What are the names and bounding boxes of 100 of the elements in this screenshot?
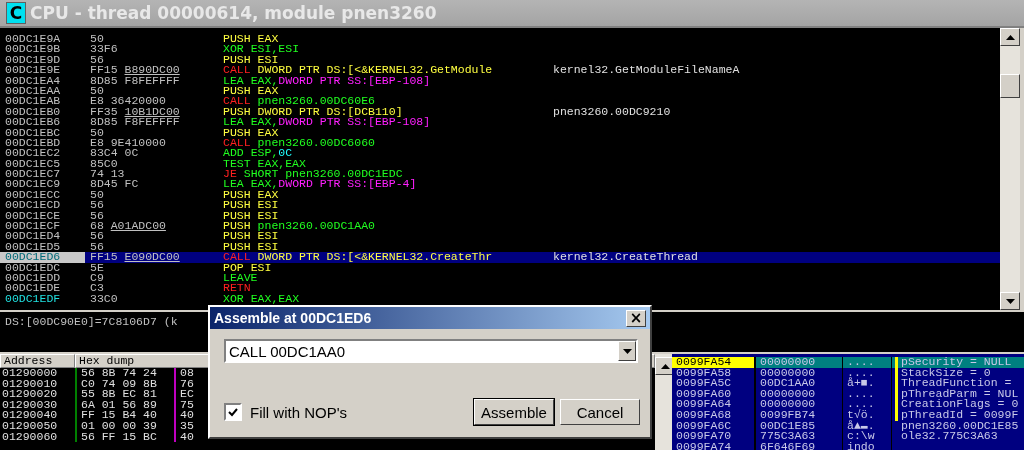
ascii-cell: .... <box>843 399 892 410</box>
checkbox-label[interactable]: Fill with NOP's <box>250 403 348 421</box>
hex-cell-text: 40 <box>179 410 194 421</box>
scroll-up-button[interactable] <box>1000 28 1020 46</box>
disassembly-row[interactable]: 00DC1ED4 56 PUSH ESI <box>0 231 1000 242</box>
disassembly-row[interactable]: 00DC1ED6 FF15 E090DC00 CALL DWORD PTR DS:[<&KERNEL32.CreateThr kernel32.CreateThread <box>0 252 1000 263</box>
instruction-text: ESI <box>250 262 272 273</box>
close-button[interactable]: × <box>626 309 646 327</box>
hex-cell-text: 83C4 0C <box>89 148 140 159</box>
scroll-thumb[interactable] <box>1000 74 1020 98</box>
address-cell: 01290040 <box>0 410 77 421</box>
disassembly-row[interactable]: 00DC1E9A 50 PUSH EAX <box>0 34 1000 45</box>
ascii-cell: .... <box>843 388 892 400</box>
hex-cell-text: FF35 10B1DC00 <box>89 106 181 118</box>
instruction-text: ESI <box>257 241 279 253</box>
instruction-text: ESI <box>257 210 279 222</box>
disassembly-row[interactable]: 00DC1EC9 8D45 FC LEA EAX,DWORD PTR SS:[EBP-4] <box>0 179 1000 190</box>
instruction-text: POP <box>223 262 244 273</box>
address-cell-text: 00DC1EDE <box>4 283 62 294</box>
hex-cell-text: 50 <box>89 127 105 138</box>
disassembly-row[interactable]: 00DC1EBD E8 9E410000 CALL pnen3260.00DC6060 <box>0 137 1000 149</box>
disassembly-row[interactable]: 00DC1EC5 85C0 TEST EAX,EAX <box>0 158 1000 170</box>
disassembly-row[interactable]: 00DC1EDC 5E POP ESI <box>0 262 1000 273</box>
scroll-down-button[interactable] <box>1000 292 1020 310</box>
ascii-cell: .... <box>843 357 892 368</box>
address-cell: 0099FA60 <box>672 388 756 400</box>
hex-cell-text: E8 9E410000 <box>89 137 167 149</box>
disassembly-row[interactable]: 00DC1EBC 50 PUSH EAX <box>0 127 1000 138</box>
address-cell-text: 00DC1EC9 <box>4 179 62 190</box>
disassembly-row[interactable]: 00DC1E9D 56 PUSH ESI <box>0 54 1000 66</box>
hex-cell-text: E8 36420000 <box>89 96 167 107</box>
disassembly-row[interactable]: 00DC1EAB E8 36420000 CALL pnen3260.00DC60E6 <box>0 96 1000 107</box>
instruction-text: SHORT pnen3260.00DC1EDC <box>243 169 403 180</box>
instruction-text: PUSH <box>223 241 251 253</box>
instruction-text: EAX, <box>250 75 279 86</box>
scroll-up-button[interactable] <box>655 357 675 375</box>
instruction-text: CALL <box>223 65 251 76</box>
disassembly-row[interactable]: 00DC1EDD C9 LEAVE <box>0 273 1000 284</box>
ascii-cell: c:\w <box>843 431 892 442</box>
disassembly-row[interactable]: 00DC1E9E FF15 B890DC00 CALL DWORD PTR DS:[<&KERNEL32.GetModule kernel32.GetModuleFileNameA <box>0 65 1000 76</box>
disassembly-row[interactable]: 00DC1ECD 56 PUSH ESI <box>0 200 1000 211</box>
hex-cell-text: 56 <box>89 200 105 211</box>
value-cell: 775C3A63 <box>756 431 843 442</box>
stack-row[interactable]: 0099FA6C 00DC1E85 å▲▬. pnen3260.00DC1E85 <box>672 420 1024 432</box>
disassembly-row[interactable]: 00DC1ECF 68 A01ADC00 PUSH pnen3260.00DC1AA0 <box>0 221 1000 232</box>
disassembly-row[interactable]: 00DC1EAA 50 PUSH EAX <box>0 85 1000 97</box>
instruction-text: PUSH <box>223 106 251 118</box>
stack-row[interactable]: 0099FA68 0099FB74 t√ö. pThreadId = 0099F <box>672 409 1024 421</box>
stack-row[interactable]: 0099FA70 775C3A63 c:\w ole32.775C3A63 <box>672 431 1024 442</box>
instruction-text: PUSH <box>223 221 251 232</box>
instruction-text: ESI <box>257 54 279 66</box>
command-combo-box[interactable]: CALL 00DC1AA0 <box>224 339 638 363</box>
column-header[interactable]: Address <box>0 354 75 368</box>
hex-cell-text: 85C0 <box>89 158 119 170</box>
hex-cell-text: C3 <box>89 283 105 294</box>
instruction-text: LEA <box>223 117 244 128</box>
disassembly-row[interactable]: 00DC1EB6 8D85 F8FEFFFF LEA EAX,DWORD PTR SS:[EBP-108] <box>0 117 1000 128</box>
stack-row[interactable]: 0099FA5C 00DC1AA0 å+■. ThreadFunction = <box>672 378 1024 389</box>
dialog-button[interactable]: Assemble <box>474 399 554 425</box>
disassembly-row[interactable]: 00DC1EA4 8D85 F8FEFFFF LEA EAX,DWORD PTR SS:[EBP-108] <box>0 75 1000 86</box>
disassembly-row[interactable]: 00DC1E9B 33F6 XOR ESI,ESI <box>0 44 1000 55</box>
address-cell-text: 00DC1EC2 <box>4 148 62 159</box>
hex-cell-text: 56 <box>89 231 105 242</box>
disassembly-row[interactable]: 00DC1EDF 33C0 XOR EAX,EAX <box>0 293 1000 305</box>
address-cell-text: 00DC1EDD <box>4 273 62 284</box>
comment-cell-text: pnen3260.00DC9210 <box>552 106 671 118</box>
value-cell: 0099FB74 <box>756 409 843 421</box>
disassembly-row[interactable]: 00DC1EB0 FF35 10B1DC00 PUSH DWORD PTR DS:[DCB110] pnen3260.00DC9210 <box>0 106 1000 118</box>
address-cell: 00DC1ED6 <box>0 252 85 263</box>
app-icon: C <box>6 2 26 24</box>
address-cell-text: 00DC1ED4 <box>4 231 62 242</box>
stack-row[interactable]: 0099FA64 00000000 .... CreationFlags = 0 <box>672 399 1024 410</box>
stack-row[interactable]: 0099FA60 00000000 .... pThreadParm = NUL <box>672 388 1024 400</box>
instruction-text: ESI,ESI <box>250 44 300 55</box>
scroll-bar[interactable] <box>655 354 672 450</box>
address-cell: 0099FA70 <box>672 431 756 442</box>
instruction-text: ADD <box>223 148 244 159</box>
disassembly-row[interactable]: 00DC1ECE 56 PUSH ESI <box>0 210 1000 222</box>
disassembly-row[interactable]: 00DC1EC2 83C4 0C ADD ESP,0C <box>0 148 1000 159</box>
address-cell-text: 00DC1EA4 <box>4 75 62 86</box>
address-cell-text: 00DC1E9E <box>4 65 62 76</box>
dialog-button[interactable]: Cancel <box>560 399 640 425</box>
dialog-title: Assemble at 00DC1ED6 <box>214 310 372 326</box>
instruction-text: 0C <box>278 148 293 159</box>
stack-row[interactable]: 0099FA54 00000000 .... pSecurity = NULL <box>672 357 1024 368</box>
disassembly-row[interactable]: 00DC1ECC 50 PUSH EAX <box>0 189 1000 201</box>
comment-cell-text: pThreadId = 0099F <box>900 409 1019 421</box>
hex-cell: 56 8B 74 24 <box>77 368 176 379</box>
instruction-text: PUSH <box>223 85 251 97</box>
disassembly-row[interactable]: 00DC1EC7 74 13 JE SHORT pnen3260.00DC1EDC <box>0 169 1000 180</box>
hex-cell-text: 76 <box>179 378 194 390</box>
instruction-text: JE <box>223 169 237 180</box>
checkbox[interactable] <box>224 403 242 421</box>
stack-row[interactable]: 0099FA74 6F646F69 indo <box>672 441 1024 450</box>
disassembly-row[interactable]: 00DC1ED5 56 PUSH ESI <box>0 241 1000 253</box>
instruction-text: DWORD PTR DS:[<&KERNEL32.GetModule <box>257 65 493 76</box>
hex-cell-text: 8D45 FC <box>89 179 140 190</box>
hex-cell-text: 56 <box>89 210 105 222</box>
disassembly-row[interactable]: 00DC1EDE C3 RETN <box>0 283 1000 294</box>
dropdown-button[interactable] <box>618 341 636 361</box>
